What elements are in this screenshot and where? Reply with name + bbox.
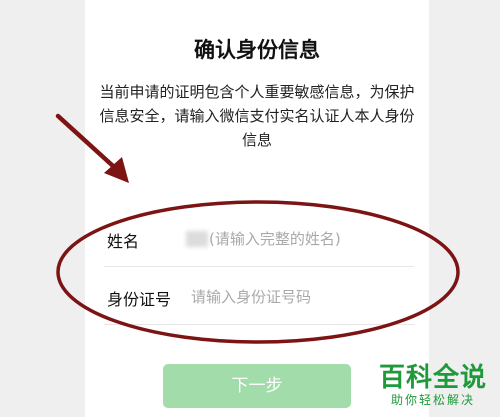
identity-confirm-page: 确认身份信息 当前申请的证明包含个人重要敏感信息，为保护信息安全，请输入微信支付… bbox=[85, 0, 429, 417]
page-title: 确认身份信息 bbox=[194, 38, 320, 62]
name-input[interactable] bbox=[209, 224, 409, 254]
redacted-mark bbox=[186, 231, 208, 247]
name-label: 姓名 bbox=[107, 232, 140, 251]
id-row: 身份证号 bbox=[104, 272, 414, 322]
id-number-label: 身份证号 bbox=[107, 290, 172, 309]
brand-slogan: 助你轻松解决 bbox=[390, 393, 475, 407]
divider bbox=[104, 324, 414, 325]
security-notice: 当前申请的证明包含个人重要敏感信息，为保护信息安全，请输入微信支付实名认证人本人… bbox=[99, 83, 415, 149]
brand-logo-text: 百科全说 bbox=[378, 363, 487, 393]
brand-watermark: 百科全说 助你轻松解决 bbox=[374, 357, 492, 413]
next-button[interactable]: 下一步 bbox=[163, 364, 351, 408]
name-row: 姓名 bbox=[104, 214, 414, 264]
id-number-input[interactable] bbox=[191, 282, 406, 312]
divider bbox=[104, 266, 414, 267]
